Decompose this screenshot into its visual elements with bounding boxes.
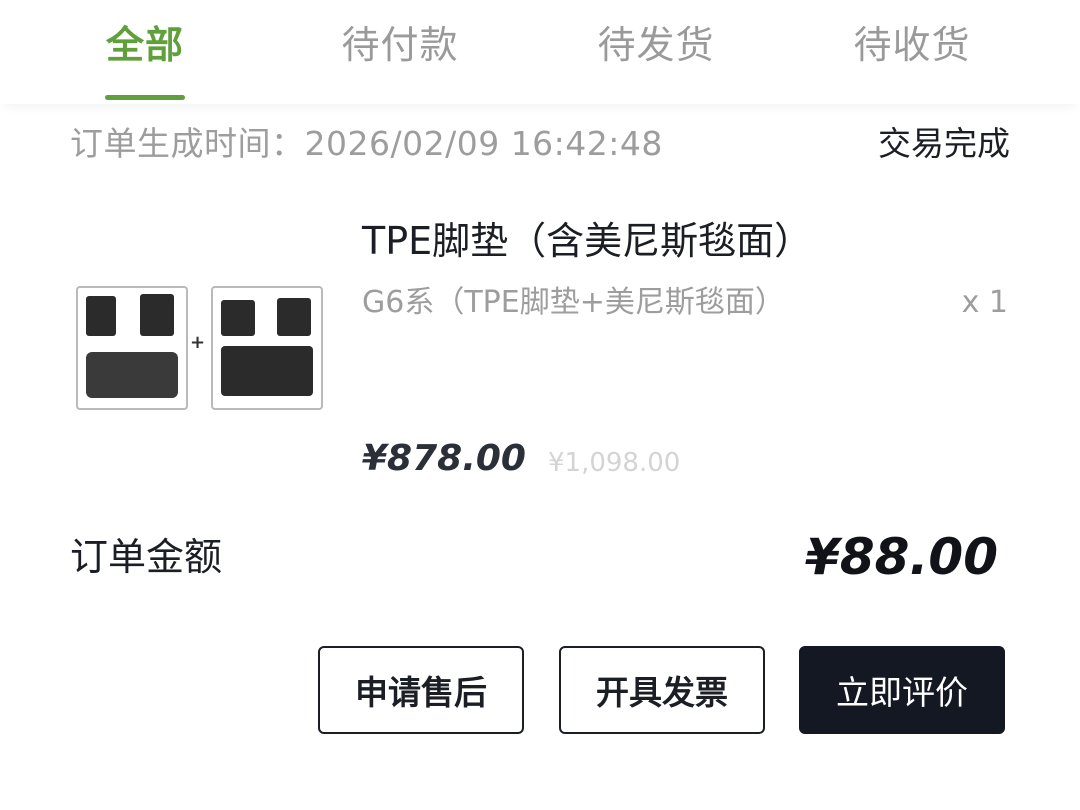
order-status: 交易完成 xyxy=(878,124,1010,163)
request-aftersale-button[interactable]: 申请售后 xyxy=(318,646,524,734)
carpet-mat-image xyxy=(211,286,323,410)
product-quantity: x 1 xyxy=(961,285,1008,320)
product-title[interactable]: TPE脚垫（含美尼斯毯面） xyxy=(362,214,812,268)
tab-all-label: 全部 xyxy=(105,23,184,67)
tab-pending-shipment[interactable]: 待发货 xyxy=(586,22,726,104)
tab-pending-receipt-label: 待收货 xyxy=(853,23,971,67)
order-amount-value: ¥88.00 xyxy=(805,528,998,586)
tab-all[interactable]: 全部 xyxy=(104,22,186,104)
tab-pending-payment[interactable]: 待付款 xyxy=(330,22,470,104)
product-variant: G6系（TPE脚垫+美尼斯毯面） xyxy=(362,285,785,320)
order-tab-bar: 全部 待付款 待发货 待收货 xyxy=(0,0,1080,104)
product-original-price: ¥1,098.00 xyxy=(548,448,681,478)
tab-pending-shipment-label: 待发货 xyxy=(597,23,715,67)
review-now-button[interactable]: 立即评价 xyxy=(799,646,1005,734)
plus-sign: + xyxy=(190,332,206,353)
product-price: ¥878.00 xyxy=(362,438,526,479)
order-time-value: 2026/02/09 16:42:48 xyxy=(304,124,663,163)
order-created-time: 订单生成时间：2026/02/09 16:42:48 xyxy=(70,122,663,166)
issue-invoice-button[interactable]: 开具发票 xyxy=(559,646,765,734)
tpe-mat-image xyxy=(76,286,188,410)
tab-pending-receipt[interactable]: 待收货 xyxy=(842,22,982,104)
product-image[interactable]: + xyxy=(74,286,324,412)
order-time-label: 订单生成时间： xyxy=(70,124,305,163)
tab-pending-payment-label: 待付款 xyxy=(341,23,459,67)
order-amount-label: 订单金额 xyxy=(70,535,223,579)
active-tab-indicator xyxy=(105,95,185,100)
